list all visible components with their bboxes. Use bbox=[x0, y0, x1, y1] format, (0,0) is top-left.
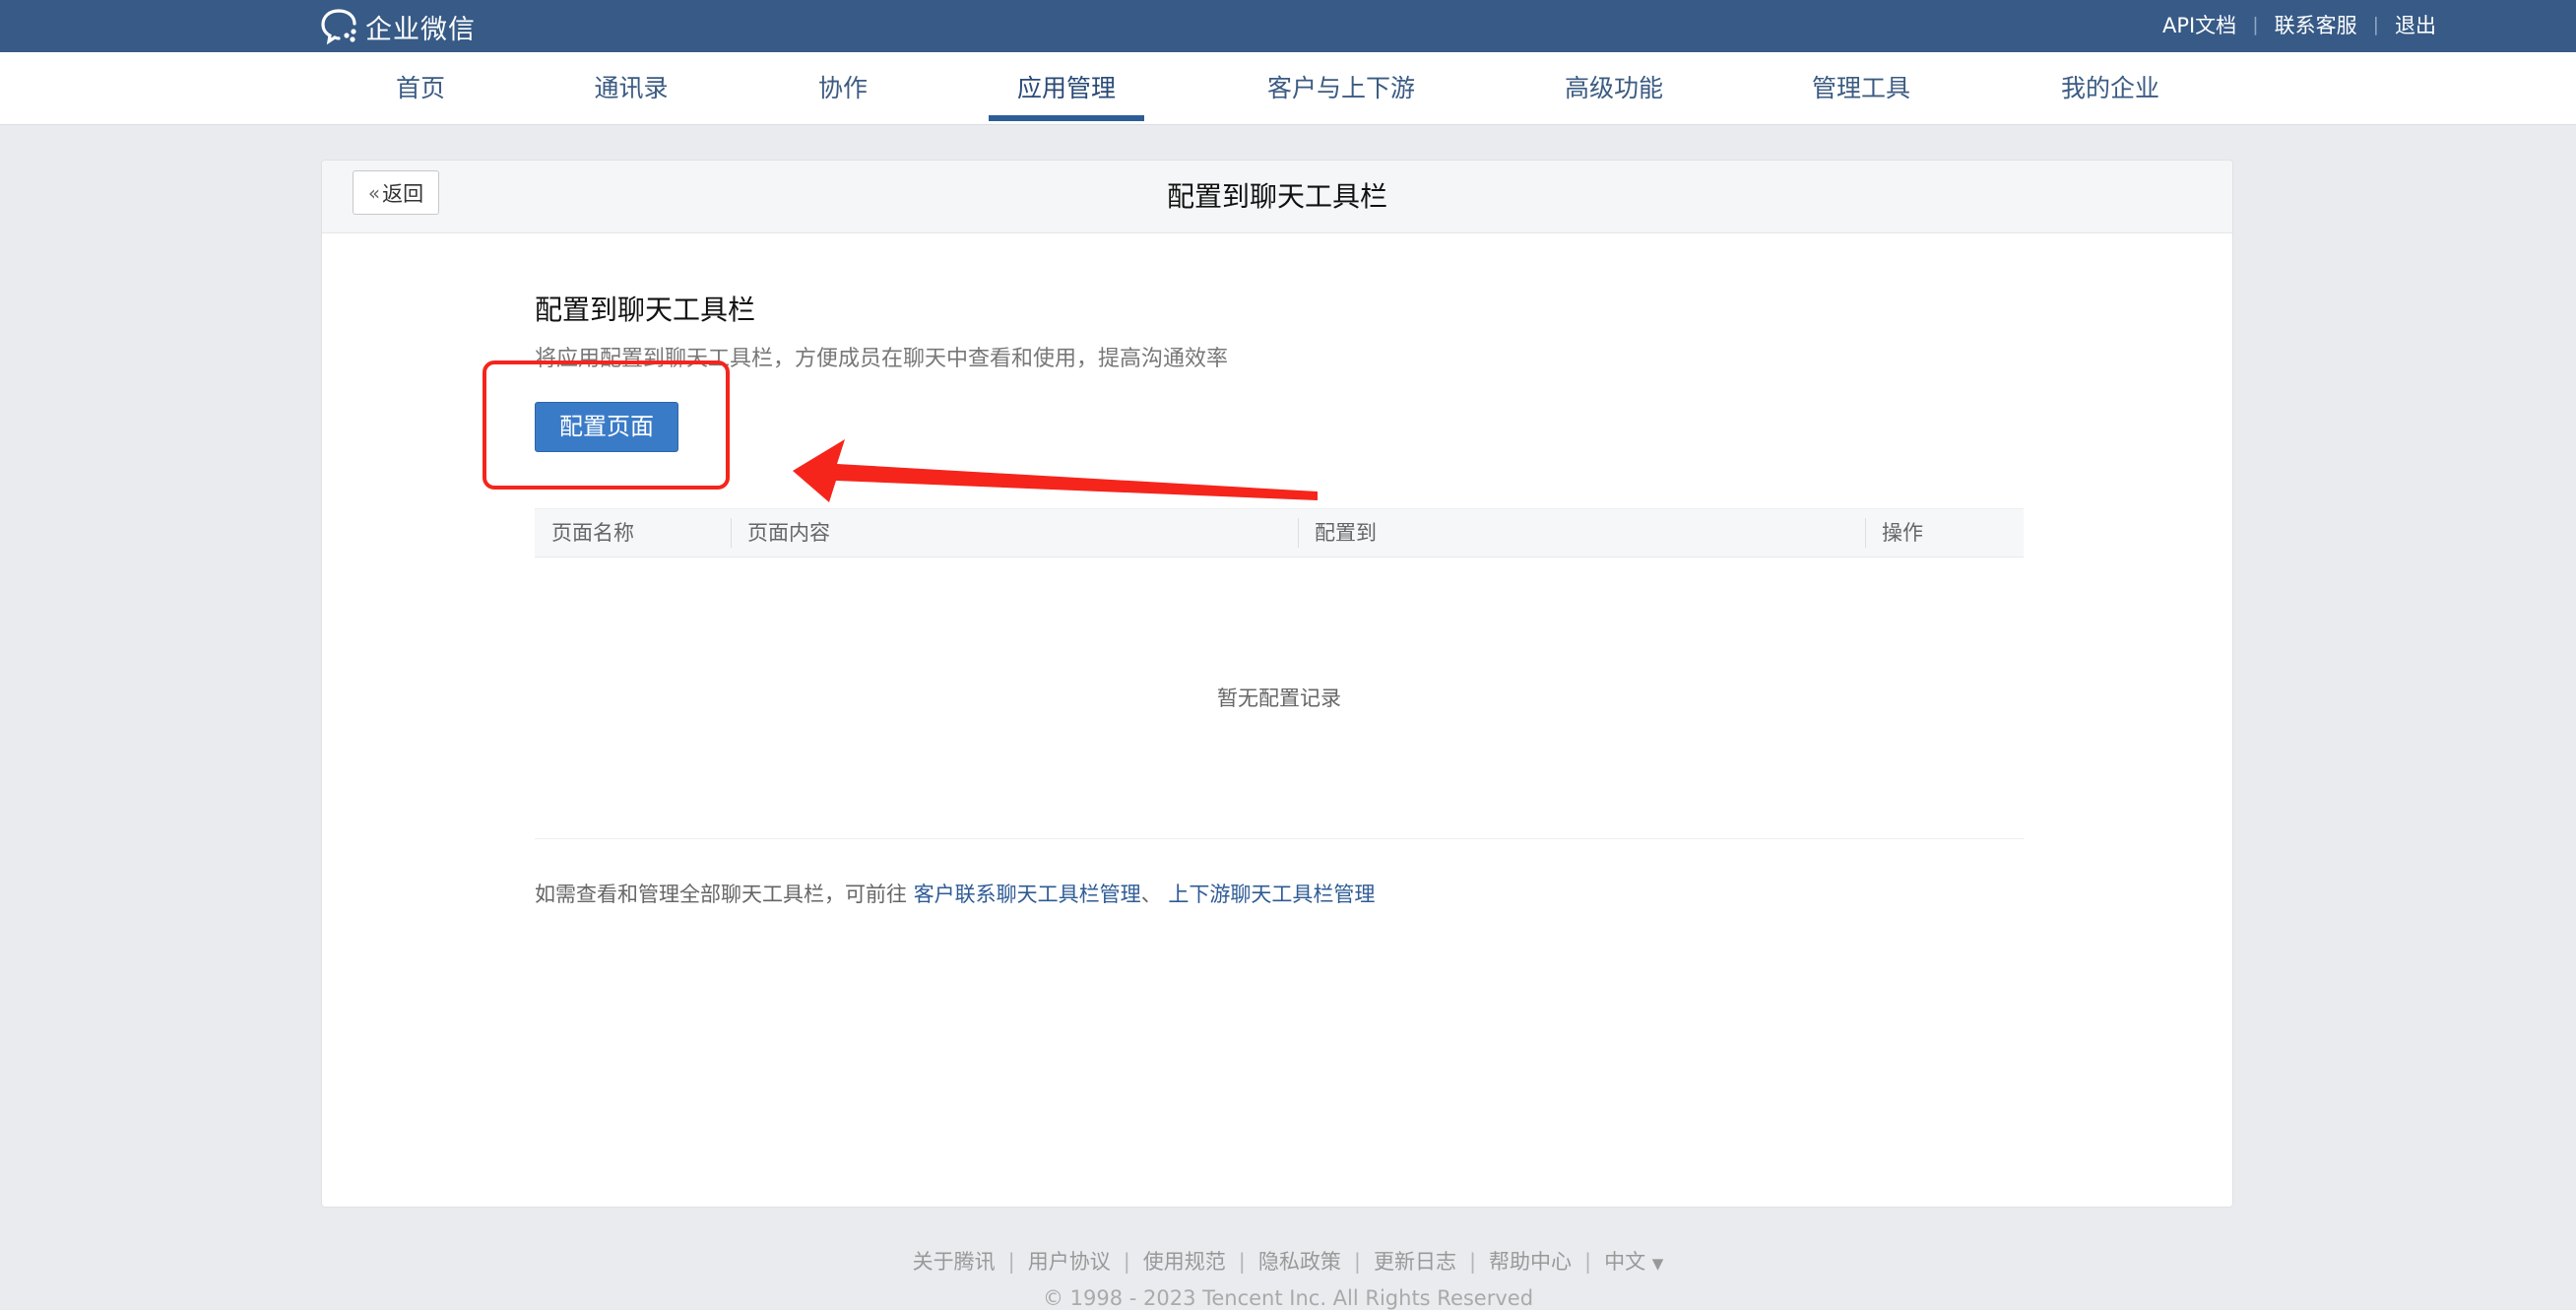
footer-link-help-center[interactable]: 帮助中心 bbox=[1489, 1250, 1572, 1274]
nav-collaboration[interactable]: 协作 bbox=[818, 52, 868, 124]
back-button-label: 返回 bbox=[382, 181, 424, 206]
divider: | bbox=[1007, 1250, 1015, 1274]
panel-header: 配置到聊天工具栏 « 返回 bbox=[322, 161, 2232, 233]
main-panel: 配置到聊天工具栏 « 返回 配置到聊天工具栏 将应用配置到聊天工具栏，方便成员在… bbox=[321, 160, 2233, 1208]
footer-link-about[interactable]: 关于腾讯 bbox=[913, 1250, 996, 1274]
divider: | bbox=[1123, 1250, 1130, 1274]
column-header-configured-to: 配置到 bbox=[1315, 521, 1377, 545]
top-links: API文档 | 联系客服 | 退出 bbox=[2162, 0, 2436, 49]
nav-management-tools[interactable]: 管理工具 bbox=[1812, 52, 1910, 124]
divider: | bbox=[1584, 1250, 1592, 1274]
nav-app-management[interactable]: 应用管理 bbox=[1017, 52, 1116, 124]
footer-link-usage-rules[interactable]: 使用规范 bbox=[1143, 1250, 1226, 1274]
nav-advanced-features[interactable]: 高级功能 bbox=[1565, 52, 1663, 124]
nav-contacts[interactable]: 通讯录 bbox=[594, 52, 668, 124]
divider: | bbox=[2252, 14, 2259, 35]
divider: | bbox=[1468, 1250, 1477, 1274]
column-header-page-name: 页面名称 bbox=[551, 521, 634, 545]
empty-state-text: 暂无配置记录 bbox=[1217, 687, 1341, 710]
table-header: 页面名称 页面内容 配置到 操作 bbox=[535, 508, 2024, 557]
logout-link[interactable]: 退出 bbox=[2395, 10, 2436, 39]
caret-down-icon: ▼ bbox=[1651, 1255, 1664, 1273]
api-docs-link[interactable]: API文档 bbox=[2162, 10, 2236, 39]
top-bar: 企业微信 API文档 | 联系客服 | 退出 bbox=[0, 0, 2576, 52]
chat-bubble-logo-icon bbox=[321, 9, 356, 45]
divider bbox=[535, 838, 2024, 839]
nav-customers-partners[interactable]: 客户与上下游 bbox=[1267, 52, 1415, 124]
footer-link-user-agreement[interactable]: 用户协议 bbox=[1028, 1250, 1111, 1274]
back-button[interactable]: « 返回 bbox=[353, 170, 439, 215]
wecom-logo[interactable]: 企业微信 bbox=[320, 7, 476, 46]
partner-toolbar-management-link[interactable]: 上下游聊天工具栏管理 bbox=[1168, 883, 1375, 906]
logo-text: 企业微信 bbox=[365, 14, 476, 45]
divider: | bbox=[1238, 1250, 1246, 1274]
contact-support-link[interactable]: 联系客服 bbox=[2275, 10, 2357, 39]
footer-link-changelog[interactable]: 更新日志 bbox=[1374, 1250, 1456, 1274]
nav-home[interactable]: 首页 bbox=[396, 52, 445, 124]
page-title: 配置到聊天工具栏 bbox=[1166, 180, 1387, 213]
nav-my-enterprise[interactable]: 我的企业 bbox=[2061, 52, 2159, 124]
double-chevron-left-icon: « bbox=[367, 180, 380, 205]
footnote-text: 如需查看和管理全部聊天工具栏，可前往 bbox=[535, 883, 907, 906]
footnote-separator: 、 bbox=[1140, 883, 1162, 906]
customer-toolbar-management-link[interactable]: 客户联系聊天工具栏管理 bbox=[914, 883, 1141, 906]
column-header-actions: 操作 bbox=[1882, 521, 1923, 545]
divider: | bbox=[2372, 14, 2379, 35]
section-title: 配置到聊天工具栏 bbox=[535, 294, 756, 326]
active-tab-indicator bbox=[989, 115, 1144, 121]
main-nav: 首页 通讯录 协作 应用管理 客户与上下游 高级功能 管理工具 我的企业 bbox=[0, 52, 2576, 125]
copyright: © 1998 - 2023 Tencent Inc. All Rights Re… bbox=[1042, 1286, 1534, 1310]
language-label: 中文 bbox=[1604, 1250, 1646, 1274]
language-selector[interactable]: 中文 ▼ bbox=[1604, 1250, 1663, 1274]
column-header-page-content: 页面内容 bbox=[747, 521, 830, 545]
footer: 关于腾讯 | 用户协议 | 使用规范 | 隐私政策 | 更新日志 | 帮助中心 | 中文 ▼ bbox=[0, 1246, 2576, 1276]
footnote: 如需查看和管理全部聊天工具栏，可前往 客户联系聊天工具栏管理、 上下游聊天工具栏… bbox=[535, 879, 1375, 908]
footer-link-privacy[interactable]: 隐私政策 bbox=[1258, 1250, 1341, 1274]
annotation-highlight-box bbox=[483, 360, 730, 490]
divider: | bbox=[1353, 1250, 1361, 1274]
